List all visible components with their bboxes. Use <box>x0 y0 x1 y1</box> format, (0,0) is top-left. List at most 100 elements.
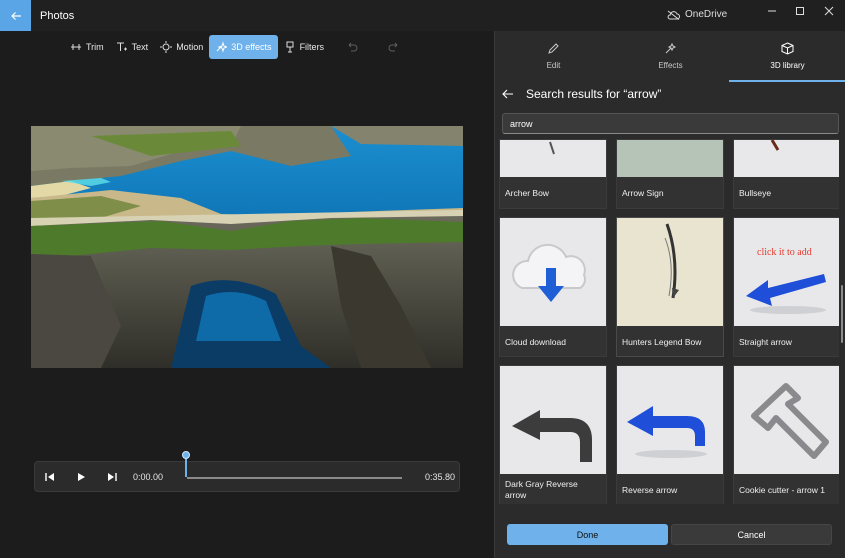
text-icon <box>116 42 127 51</box>
pencil-icon <box>548 43 559 54</box>
side-panel: Edit Effects 3D library Search results f… <box>494 31 845 558</box>
model-card-arrow-sign[interactable]: Arrow Sign <box>616 139 724 209</box>
minimize-icon <box>768 10 776 12</box>
playhead-line <box>185 456 187 477</box>
redo-button[interactable] <box>382 35 406 59</box>
app-title: Photos <box>40 10 75 22</box>
close-button[interactable] <box>822 4 836 18</box>
cloud-off-icon <box>667 10 680 20</box>
3d-effects-label: 3D effects <box>231 42 272 52</box>
onedrive-label: OneDrive <box>685 9 728 20</box>
panel-tabs: Edit Effects 3D library <box>495 31 845 82</box>
model-label: Cloud download <box>505 336 566 347</box>
dark-reverse-arrow-thumb-icon <box>512 410 592 462</box>
search-input[interactable]: arrow <box>502 113 839 134</box>
model-card-reverse-arrow[interactable]: Reverse arrow <box>616 365 724 504</box>
back-arrow-icon <box>10 11 21 20</box>
trim-label: Trim <box>86 42 104 52</box>
3d-effects-button[interactable]: 3D effects <box>209 35 278 59</box>
filters-button[interactable]: Filters <box>278 35 331 59</box>
tab-edit-label: Edit <box>546 61 561 70</box>
current-time: 0:00.00 <box>133 472 164 482</box>
model-thumbnail <box>500 140 606 177</box>
model-label: Archer Bow <box>505 188 549 199</box>
model-label: Reverse arrow <box>622 484 678 495</box>
model-card-archer-bow[interactable]: Archer Bow <box>499 139 607 209</box>
model-thumbnail <box>500 366 606 474</box>
minimize-button[interactable] <box>765 4 779 18</box>
trim-button[interactable]: Trim <box>64 35 110 59</box>
redo-icon <box>388 42 398 52</box>
model-thumbnail <box>617 366 723 474</box>
model-card-bullseye[interactable]: Bullseye <box>733 139 839 209</box>
previous-frame-button[interactable] <box>43 470 57 484</box>
total-time: 0:35.80 <box>424 472 455 482</box>
maximize-button[interactable] <box>793 4 807 18</box>
text-label: Text <box>131 42 149 52</box>
filters-icon <box>286 41 294 53</box>
cancel-button[interactable]: Cancel <box>671 524 832 545</box>
model-card-cloud-download[interactable]: Cloud download <box>499 217 607 357</box>
model-card-dark-gray-reverse-arrow[interactable]: Dark Gray Reverse arrow <box>499 365 607 504</box>
close-icon <box>824 6 834 16</box>
model-thumbnail <box>734 218 839 326</box>
archer-bow-thumb-icon <box>549 141 555 155</box>
done-button[interactable]: Done <box>507 524 668 545</box>
motion-icon <box>160 41 173 53</box>
3d-effects-icon <box>216 41 228 53</box>
next-frame-icon <box>108 473 117 481</box>
bullseye-thumb-icon <box>770 140 780 151</box>
previous-frame-icon <box>45 473 54 481</box>
model-label: Hunters Legend Bow <box>622 336 702 347</box>
title-bar: Photos OneDrive <box>0 0 845 31</box>
trim-icon <box>71 44 81 50</box>
text-button[interactable]: Text <box>110 35 155 59</box>
sparkle-icon <box>665 42 677 54</box>
undo-button[interactable] <box>340 35 364 59</box>
timeline-track[interactable] <box>187 477 402 479</box>
playback-bar: 0:00.00 0:35.80 <box>34 461 460 492</box>
play-icon <box>78 473 85 481</box>
model-thumbnail <box>617 140 723 177</box>
motion-button[interactable]: Motion <box>154 35 209 59</box>
tab-effects[interactable]: Effects <box>612 31 729 82</box>
straight-arrow-thumb-icon <box>746 274 826 314</box>
back-button[interactable] <box>0 0 31 31</box>
back-arrow-icon[interactable] <box>501 88 514 100</box>
results-title: Search results for “arrow” <box>526 87 662 101</box>
model-label: Straight arrow <box>739 336 792 347</box>
maximize-icon <box>796 7 804 15</box>
model-grid: Archer Bow Arrow Sign Bullseye Cloud dow… <box>499 139 839 504</box>
tab-3d-library-label: 3D library <box>770 61 805 70</box>
coastal-arch-image <box>31 126 463 368</box>
model-card-straight-arrow[interactable]: Straight arrow <box>733 217 839 357</box>
model-card-cookie-cutter-arrow[interactable]: Cookie cutter - arrow 1 <box>733 365 839 504</box>
play-button[interactable] <box>74 470 88 484</box>
tab-effects-label: Effects <box>658 61 683 70</box>
model-thumbnail <box>734 140 839 177</box>
undo-icon <box>348 42 358 52</box>
model-label: Bullseye <box>739 188 772 199</box>
playhead-handle[interactable] <box>182 451 190 459</box>
model-thumbnail <box>617 218 723 326</box>
filters-label: Filters <box>299 42 325 52</box>
video-preview[interactable] <box>31 126 463 368</box>
edit-toolbar: Trim Text Motion 3D effects Filters <box>64 35 406 59</box>
cloud-download-thumb-icon <box>512 243 586 302</box>
model-label: Cookie cutter - arrow 1 <box>739 484 825 495</box>
motion-label: Motion <box>176 42 204 52</box>
annotation-text: click it to add <box>757 247 812 258</box>
tab-edit[interactable]: Edit <box>495 31 612 82</box>
panel-scrollbar[interactable] <box>841 285 843 343</box>
cookie-cutter-arrow-thumb-icon <box>751 383 829 459</box>
model-label: Arrow Sign <box>622 188 664 199</box>
next-frame-button[interactable] <box>105 470 119 484</box>
onedrive-status[interactable]: OneDrive <box>667 9 727 20</box>
tab-3d-library[interactable]: 3D library <box>729 31 845 82</box>
reverse-arrow-thumb-icon <box>627 406 707 458</box>
results-header: Search results for “arrow” <box>501 87 661 101</box>
model-card-hunters-legend-bow[interactable]: Hunters Legend Bow <box>616 217 724 357</box>
model-thumbnail <box>500 218 606 326</box>
hunters-bow-thumb-icon <box>664 223 679 299</box>
model-label: Dark Gray Reverse arrow <box>505 479 578 500</box>
